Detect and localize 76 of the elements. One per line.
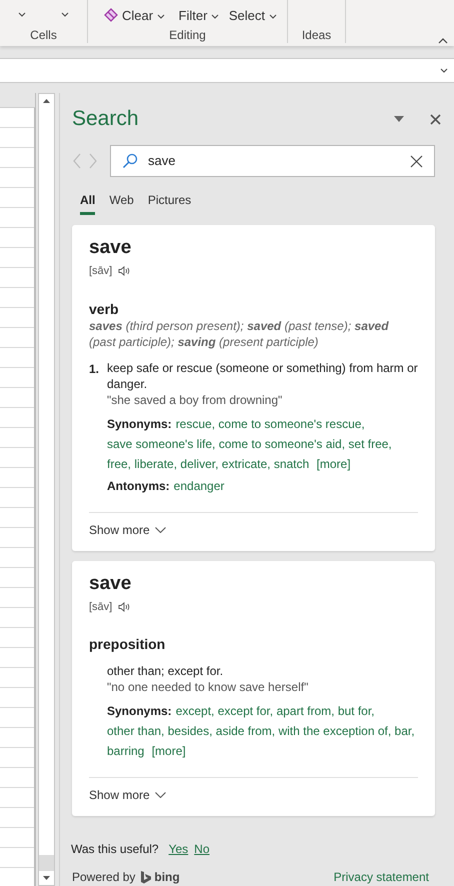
synonym-link[interactable]: besides, — [168, 724, 212, 738]
synonym-link[interactable]: other than, — [107, 724, 164, 738]
ribbon-command[interactable]: Filter — [178, 8, 220, 24]
chevron-down-icon — [211, 14, 220, 18]
chevron-down-icon — [268, 14, 277, 18]
word-forms: saves (third person present); saved (past tense); saved (past participle); saving (present participle) — [89, 318, 390, 350]
synonym-link[interactable]: but for, — [338, 704, 375, 718]
bing-logo-icon — [141, 870, 152, 884]
chevron-down-icon — [18, 12, 26, 17]
result-tab[interactable]: Pictures — [148, 191, 192, 215]
synonym-link[interactable]: with the exception of, — [278, 724, 392, 738]
result-tab[interactable]: All — [80, 191, 96, 215]
expand-formula-icon — [440, 68, 448, 73]
feedback-question: Was this useful? — [71, 841, 159, 858]
example-text: "no one needed to know save herself" — [107, 679, 310, 695]
pane-title: Search — [72, 106, 139, 132]
eraser-icon — [102, 8, 118, 24]
synonym-link[interactable]: except, — [176, 704, 214, 718]
search-query: save — [148, 152, 176, 170]
privacy-link[interactable]: Privacy statement — [334, 868, 429, 886]
group-label: Editing — [168, 28, 207, 43]
speaker-icon[interactable] — [118, 266, 130, 276]
synonym-link[interactable]: set free, — [348, 436, 392, 450]
more-link[interactable]: [more] — [316, 456, 351, 470]
word-heading: save — [89, 236, 132, 260]
collapse-ribbon-icon[interactable] — [438, 38, 448, 44]
show-more-button[interactable]: Show more — [89, 786, 166, 804]
no-link[interactable]: No — [194, 840, 210, 858]
result-tab[interactable]: Web — [109, 191, 134, 215]
synonym-link[interactable]: come to someone's rescue, — [218, 416, 365, 430]
synonym-link[interactable]: snatch — [274, 456, 310, 470]
group-label: Ideas — [300, 28, 332, 43]
example-text: "she saved a boy from drowning" — [107, 392, 284, 408]
synonym-link[interactable]: save someone's life, — [107, 436, 216, 450]
synonym-link[interactable]: bar, — [394, 724, 415, 738]
synonym-link[interactable]: liberate, — [134, 456, 178, 470]
sense-number: 1. — [89, 360, 99, 378]
speaker-icon[interactable] — [118, 602, 130, 612]
synonym-link[interactable]: aside from, — [216, 724, 276, 738]
synonym-link[interactable]: apart from, — [276, 704, 334, 718]
synonym-link[interactable]: free, — [107, 456, 132, 470]
pronunciation-text: [sāv] — [89, 600, 112, 614]
search-icon — [122, 153, 138, 169]
pronunciation-text: [sāv] — [89, 264, 112, 279]
synonym-link[interactable]: extricate, — [222, 456, 270, 470]
dropdown-icon[interactable] — [394, 116, 404, 122]
chevron-down-icon — [154, 792, 166, 798]
brand-text: bing — [154, 869, 180, 886]
synonyms-label: Synonyms: — [107, 416, 172, 430]
definition-text: other than; except for. — [107, 663, 224, 679]
chevron-down-icon — [154, 526, 166, 532]
synonym-link[interactable]: come to someone's aid, — [218, 436, 346, 450]
powered-by-text: Powered by — [72, 869, 136, 886]
show-more-button[interactable]: Show more — [89, 520, 166, 538]
synonym-link[interactable]: barring — [107, 744, 144, 758]
part-of-speech: verb — [89, 300, 120, 318]
search-field[interactable]: save — [110, 145, 435, 177]
antonym-link[interactable]: endanger — [174, 478, 224, 492]
synonym-link[interactable]: except for, — [218, 704, 274, 718]
close-icon[interactable] — [430, 114, 441, 124]
part-of-speech: preposition — [89, 635, 166, 653]
more-link[interactable]: [more] — [152, 744, 186, 758]
antonyms-label: Antonyms: — [107, 478, 170, 492]
clear-search-icon[interactable] — [410, 154, 423, 168]
clear-button[interactable]: Clear — [98, 4, 170, 28]
group-label: Cells — [29, 28, 58, 43]
word-heading: save — [89, 572, 132, 596]
yes-link[interactable]: Yes — [168, 840, 188, 858]
chevron-down-icon — [157, 14, 166, 18]
definition-text: keep safe or rescue (someone or something) from harm or danger. — [107, 360, 418, 392]
ribbon-command[interactable]: Select — [228, 8, 277, 24]
vertical-scrollbar[interactable] — [38, 93, 55, 886]
synonym-link[interactable]: rescue, — [176, 416, 216, 430]
synonyms-label: Synonyms: — [107, 704, 172, 718]
chevron-down-icon — [61, 12, 70, 17]
synonym-link[interactable]: deliver, — [180, 456, 218, 470]
